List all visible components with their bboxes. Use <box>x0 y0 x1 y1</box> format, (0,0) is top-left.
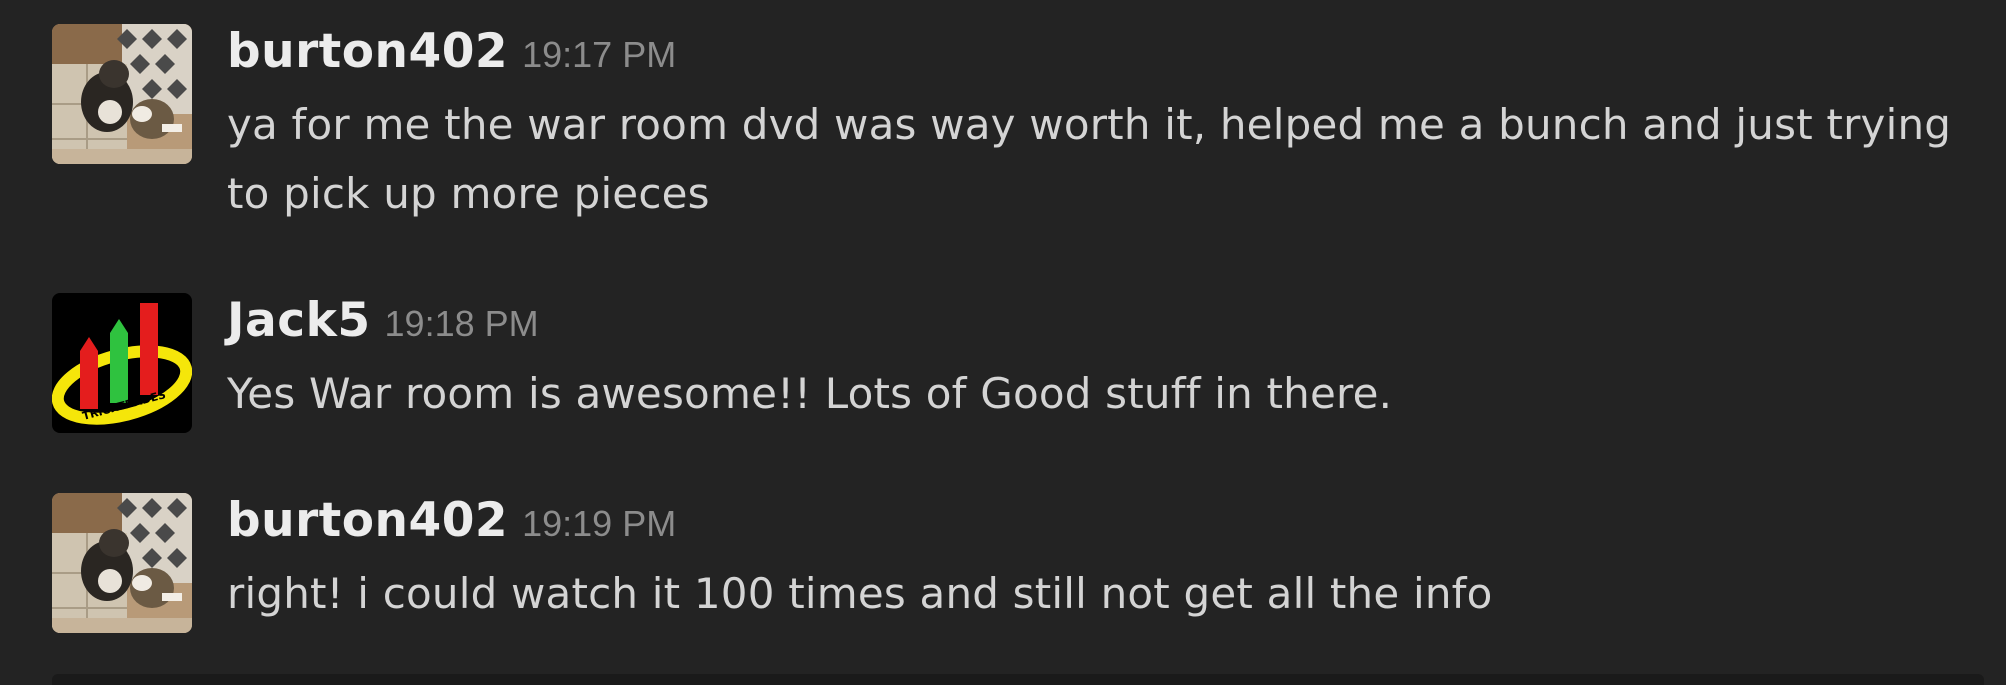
chat-message-list: burton402 19:17 PM ya for me the war room… <box>0 0 2006 685</box>
avatar[interactable] <box>52 493 192 633</box>
username[interactable]: burton402 <box>227 493 508 548</box>
username[interactable]: burton402 <box>227 24 508 79</box>
message-header: burton402 19:19 PM <box>227 493 1987 561</box>
dog-photo-icon <box>52 493 192 633</box>
avatar[interactable]: TRICKTRADES <box>52 293 192 433</box>
avatar[interactable] <box>52 24 192 164</box>
message-text: ya for me the war room dvd was way worth… <box>227 100 1952 218</box>
timestamp: 19:19 PM <box>522 503 677 544</box>
message-header: burton402 19:17 PM <box>227 24 1987 92</box>
message-content: burton402 19:19 PM right! i could watch i… <box>227 493 1987 628</box>
message-text: Yes War room is awesome!! Lots of Good s… <box>227 369 1393 418</box>
username[interactable]: Jack5 <box>227 293 371 348</box>
tricktrades-logo-icon: TRICKTRADES <box>52 293 192 433</box>
dog-photo-icon <box>52 24 192 164</box>
timestamp: 19:17 PM <box>522 34 677 75</box>
message-content: Jack5 19:18 PM Yes War room is awesome!! … <box>227 293 1987 428</box>
message-text: right! i could watch it 100 times and st… <box>227 569 1493 618</box>
composer-edge <box>52 674 1984 685</box>
timestamp: 19:18 PM <box>384 303 539 344</box>
message-content: burton402 19:17 PM ya for me the war room… <box>227 24 1987 228</box>
message-header: Jack5 19:18 PM <box>227 293 1987 361</box>
